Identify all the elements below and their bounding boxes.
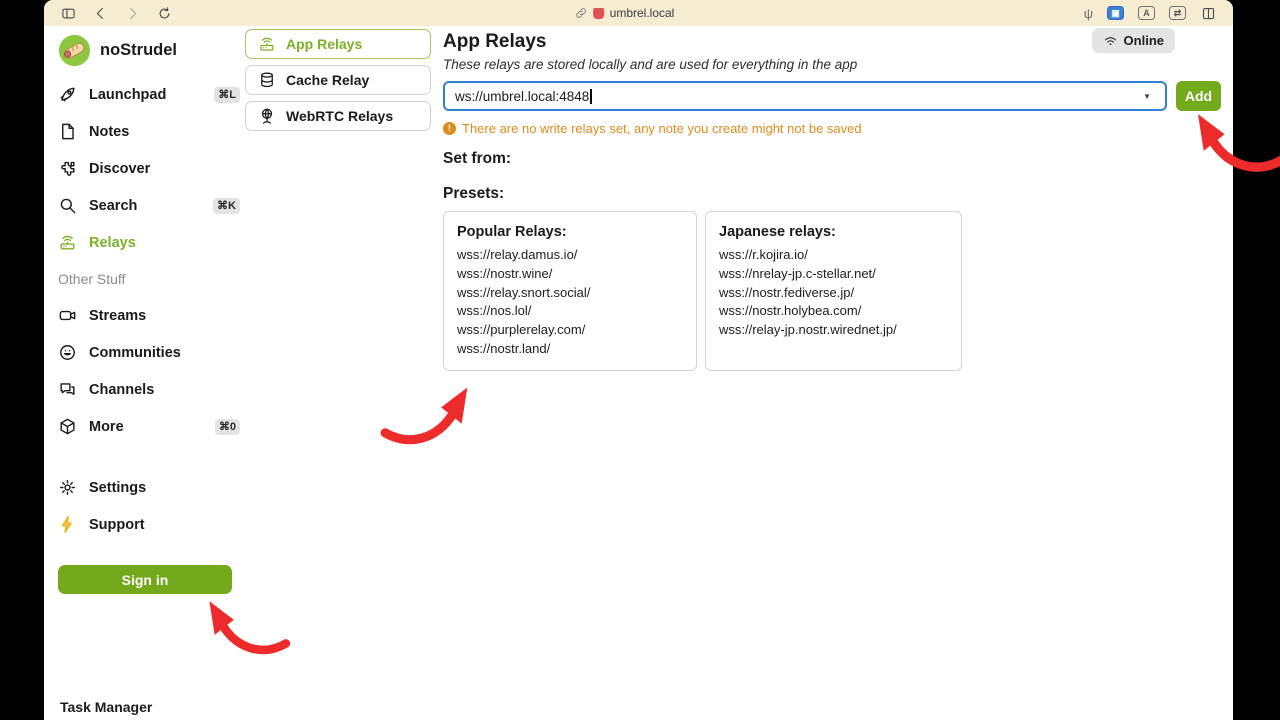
annotation-arrow-presets — [381, 374, 473, 452]
rocket-icon — [58, 85, 77, 104]
community-face-icon — [58, 343, 77, 362]
sidebar-item-label: Discover — [89, 161, 150, 177]
warning-icon: ! — [443, 122, 456, 135]
relay-link[interactable]: wss://nos.lol/ — [457, 302, 683, 321]
sidebar-item-channels[interactable]: Channels — [58, 371, 244, 408]
split-view-icon[interactable] — [1200, 5, 1217, 22]
write-relay-warning: ! There are no write relays set, any not… — [443, 121, 1223, 136]
tab-label: Cache Relay — [286, 72, 369, 88]
sidebar-item-relays[interactable]: Relays — [58, 224, 244, 261]
sidebar-item-label: Channels — [89, 382, 154, 398]
relay-link[interactable]: wss://nrelay-jp.c-stellar.net/ — [719, 265, 948, 284]
tab-webrtc-relays[interactable]: WebRTC Relays — [245, 101, 431, 131]
forward-icon[interactable] — [124, 5, 141, 22]
sidebar-item-label: Support — [89, 517, 145, 533]
page-subtitle: These relays are stored locally and are … — [443, 57, 1223, 72]
psi-extension-icon[interactable]: ψ — [1084, 7, 1093, 20]
preset-title: Popular Relays: — [457, 224, 683, 240]
gear-icon — [58, 478, 77, 497]
nostrudel-logo-icon — [58, 34, 91, 67]
shortcut-badge: ⌘K — [213, 198, 240, 214]
sidebar-item-label: Streams — [89, 308, 146, 324]
lightning-icon — [58, 515, 77, 534]
relay-link[interactable]: wss://relay.damus.io/ — [457, 246, 683, 265]
sidebar-item-label: Search — [89, 198, 137, 214]
browser-toolbar: umbrel.local ψ ▣ A ⇄ — [44, 0, 1233, 26]
sidebar-item-label: More — [89, 419, 124, 435]
relay-tabs: App Relays Cache Relay WebRTC Relays — [245, 29, 431, 131]
relay-link[interactable]: wss://relay.snort.social/ — [457, 284, 683, 303]
sidebar-item-label: Launchpad — [89, 87, 166, 103]
relay-link[interactable]: wss://purplerelay.com/ — [457, 321, 683, 340]
chevron-down-icon[interactable]: ▼ — [1143, 92, 1151, 101]
database-icon — [258, 71, 276, 89]
search-icon — [58, 196, 77, 215]
sidebar-item-support[interactable]: Support — [58, 506, 244, 543]
relay-link[interactable]: wss://relay-jp.nostr.wirednet.jp/ — [719, 321, 948, 340]
relay-link[interactable]: wss://nostr.wine/ — [457, 265, 683, 284]
shortcut-badge: ⌘0 — [215, 419, 240, 435]
sidebar-toggle-icon[interactable] — [60, 5, 77, 22]
tab-label: App Relays — [286, 36, 362, 52]
tab-switch-icon[interactable]: ⇄ — [1169, 6, 1186, 20]
text-cursor — [590, 89, 592, 104]
set-from-label: Set from: — [443, 150, 1223, 168]
relay-url-value: ws://umbrel.local:4848 — [455, 89, 589, 104]
relay-router-icon — [258, 35, 276, 53]
relay-url-input[interactable]: ws://umbrel.local:4848 ▼ — [443, 81, 1167, 111]
back-icon[interactable] — [92, 5, 109, 22]
relay-link[interactable]: wss://nostr.land/ — [457, 340, 683, 359]
annotation-arrow-add — [1186, 104, 1280, 176]
main-content: App Relays These relays are stored local… — [443, 26, 1223, 371]
note-icon — [58, 122, 77, 141]
chat-bubbles-icon — [58, 380, 77, 399]
annotation-arrow-signin — [196, 592, 298, 658]
presets-label: Presets: — [443, 185, 1223, 203]
sidebar-item-search[interactable]: Search ⌘K — [58, 187, 244, 224]
relay-link[interactable]: wss://nostr.fediverse.jp/ — [719, 284, 948, 303]
tab-label: WebRTC Relays — [286, 108, 393, 124]
sidebar-item-label: Settings — [89, 480, 146, 496]
sidebar-item-communities[interactable]: Communities — [58, 334, 244, 371]
video-camera-icon — [58, 306, 77, 325]
sidebar-item-notes[interactable]: Notes — [58, 113, 244, 150]
package-icon — [58, 417, 77, 436]
tab-cache-relay[interactable]: Cache Relay — [245, 65, 431, 95]
sidebar-item-discover[interactable]: Discover — [58, 150, 244, 187]
relay-link[interactable]: wss://nostr.holybea.com/ — [719, 302, 948, 321]
site-favicon — [593, 8, 604, 19]
relay-router-icon — [58, 233, 77, 252]
sign-in-button[interactable]: Sign in — [58, 565, 232, 594]
puzzle-icon — [58, 159, 77, 178]
sidebar-item-label: Communities — [89, 345, 181, 361]
sidebar-item-streams[interactable]: Streams — [58, 297, 244, 334]
sidebar-item-label: Relays — [89, 235, 136, 251]
translate-icon[interactable]: A — [1138, 6, 1155, 20]
address-bar[interactable]: umbrel.local — [575, 6, 675, 20]
app-logo-row[interactable]: noStrudel — [58, 32, 244, 68]
relay-link[interactable]: wss://r.kojira.io/ — [719, 246, 948, 265]
page-title: App Relays — [443, 31, 1223, 53]
sidebar-item-launchpad[interactable]: Launchpad ⌘L — [58, 76, 244, 113]
globe-network-icon — [258, 107, 276, 125]
link-icon — [575, 7, 587, 19]
warning-text: There are no write relays set, any note … — [462, 121, 862, 136]
preset-box-japanese-relays: Japanese relays: wss://r.kojira.io/ wss:… — [705, 211, 962, 371]
url-text: umbrel.local — [610, 6, 675, 20]
tab-app-relays[interactable]: App Relays — [245, 29, 431, 59]
blue-extension-icon[interactable]: ▣ — [1107, 6, 1124, 20]
sidebar-item-label: Notes — [89, 124, 129, 140]
shortcut-badge: ⌘L — [214, 87, 240, 103]
sidebar-item-more[interactable]: More ⌘0 — [58, 408, 244, 445]
app-name: noStrudel — [100, 41, 177, 60]
preset-box-popular-relays: Popular Relays: wss://relay.damus.io/ ws… — [443, 211, 697, 371]
sidebar-item-settings[interactable]: Settings — [58, 469, 244, 506]
task-manager-link[interactable]: Task Manager — [60, 699, 152, 715]
reload-icon[interactable] — [156, 5, 173, 22]
preset-title: Japanese relays: — [719, 224, 948, 240]
sidebar-section-other-stuff: Other Stuff — [58, 261, 244, 297]
